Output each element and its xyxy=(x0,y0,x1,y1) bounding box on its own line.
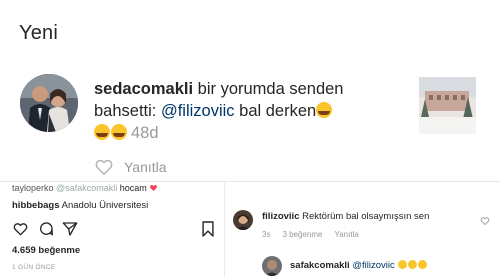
notification-text[interactable]: sedacomakli bir yorumda senden bahsetti:… xyxy=(94,78,394,144)
comment-1-username[interactable]: filizoviic xyxy=(262,211,299,222)
comment-text: hocam xyxy=(117,183,147,193)
post-comment: tayloperko @safakcomakli hocam xyxy=(12,183,158,193)
notification-username[interactable]: sedacomakli xyxy=(94,80,193,98)
avatar[interactable] xyxy=(20,74,78,132)
comment-1-meta: 3s 3 beğenme Yanıtla xyxy=(262,230,371,239)
laughing-emoji-icon xyxy=(316,102,333,118)
comment-1-text: Rektörüm bal olsaymışsın sen xyxy=(299,211,430,222)
comment-2: safakcomakli @filizoviic xyxy=(290,260,428,271)
laughing-emoji-icon xyxy=(418,260,428,269)
comment-avatar-photo xyxy=(262,256,282,276)
heart-icon[interactable] xyxy=(12,221,29,237)
comment-avatar[interactable] xyxy=(262,256,282,276)
laughing-emoji-icon xyxy=(408,260,418,269)
comment-avatar-photo xyxy=(233,210,253,230)
avatar-photo xyxy=(20,74,78,132)
comment-username[interactable]: tayloperko xyxy=(12,183,54,193)
comment-2-username[interactable]: safakcomakli xyxy=(290,260,350,271)
comment-mention[interactable]: @safakcomakli xyxy=(56,183,117,193)
red-heart-icon xyxy=(150,185,158,191)
post-time: 1 GÜN ÖNCE xyxy=(12,264,56,271)
caption-username[interactable]: hibbebags xyxy=(12,200,60,211)
laughing-emoji-icon xyxy=(111,124,127,140)
comment-avatar[interactable] xyxy=(233,210,253,230)
caption-text: Anadolu Üniversitesi xyxy=(59,200,149,211)
post-thumbnail[interactable] xyxy=(419,77,476,134)
reply-button[interactable]: Yanıtla xyxy=(124,159,167,175)
laughing-emoji-icon xyxy=(398,260,408,269)
heart-icon[interactable] xyxy=(94,157,114,177)
notification-time: 48d xyxy=(131,124,159,142)
comment-1: filizoviic Rektörüm bal olsaymışsın sen xyxy=(262,211,429,222)
comment-2-mention[interactable]: @filizoviic xyxy=(352,260,394,271)
notification-body-2: bal derken xyxy=(234,102,317,120)
comment-1-likes[interactable]: 3 beğenme xyxy=(282,230,322,239)
post-thumbnail-image xyxy=(419,77,476,134)
page-title: Yeni xyxy=(19,22,58,44)
share-icon[interactable] xyxy=(62,221,78,237)
bookmark-icon[interactable] xyxy=(201,220,215,238)
notification-mention[interactable]: @filizoviic xyxy=(161,102,235,120)
comment-1-time: 3s xyxy=(262,230,271,239)
comment-icon[interactable] xyxy=(38,221,54,237)
post-caption: hibbebags Anadolu Üniversitesi xyxy=(12,200,148,211)
likes-count[interactable]: 4.659 beğenme xyxy=(12,245,80,256)
laughing-emoji-icon xyxy=(94,124,110,140)
comment-1-reply[interactable]: Yanıtla xyxy=(334,230,358,239)
comment-like-icon[interactable] xyxy=(480,216,490,226)
post-panel xyxy=(0,181,224,277)
